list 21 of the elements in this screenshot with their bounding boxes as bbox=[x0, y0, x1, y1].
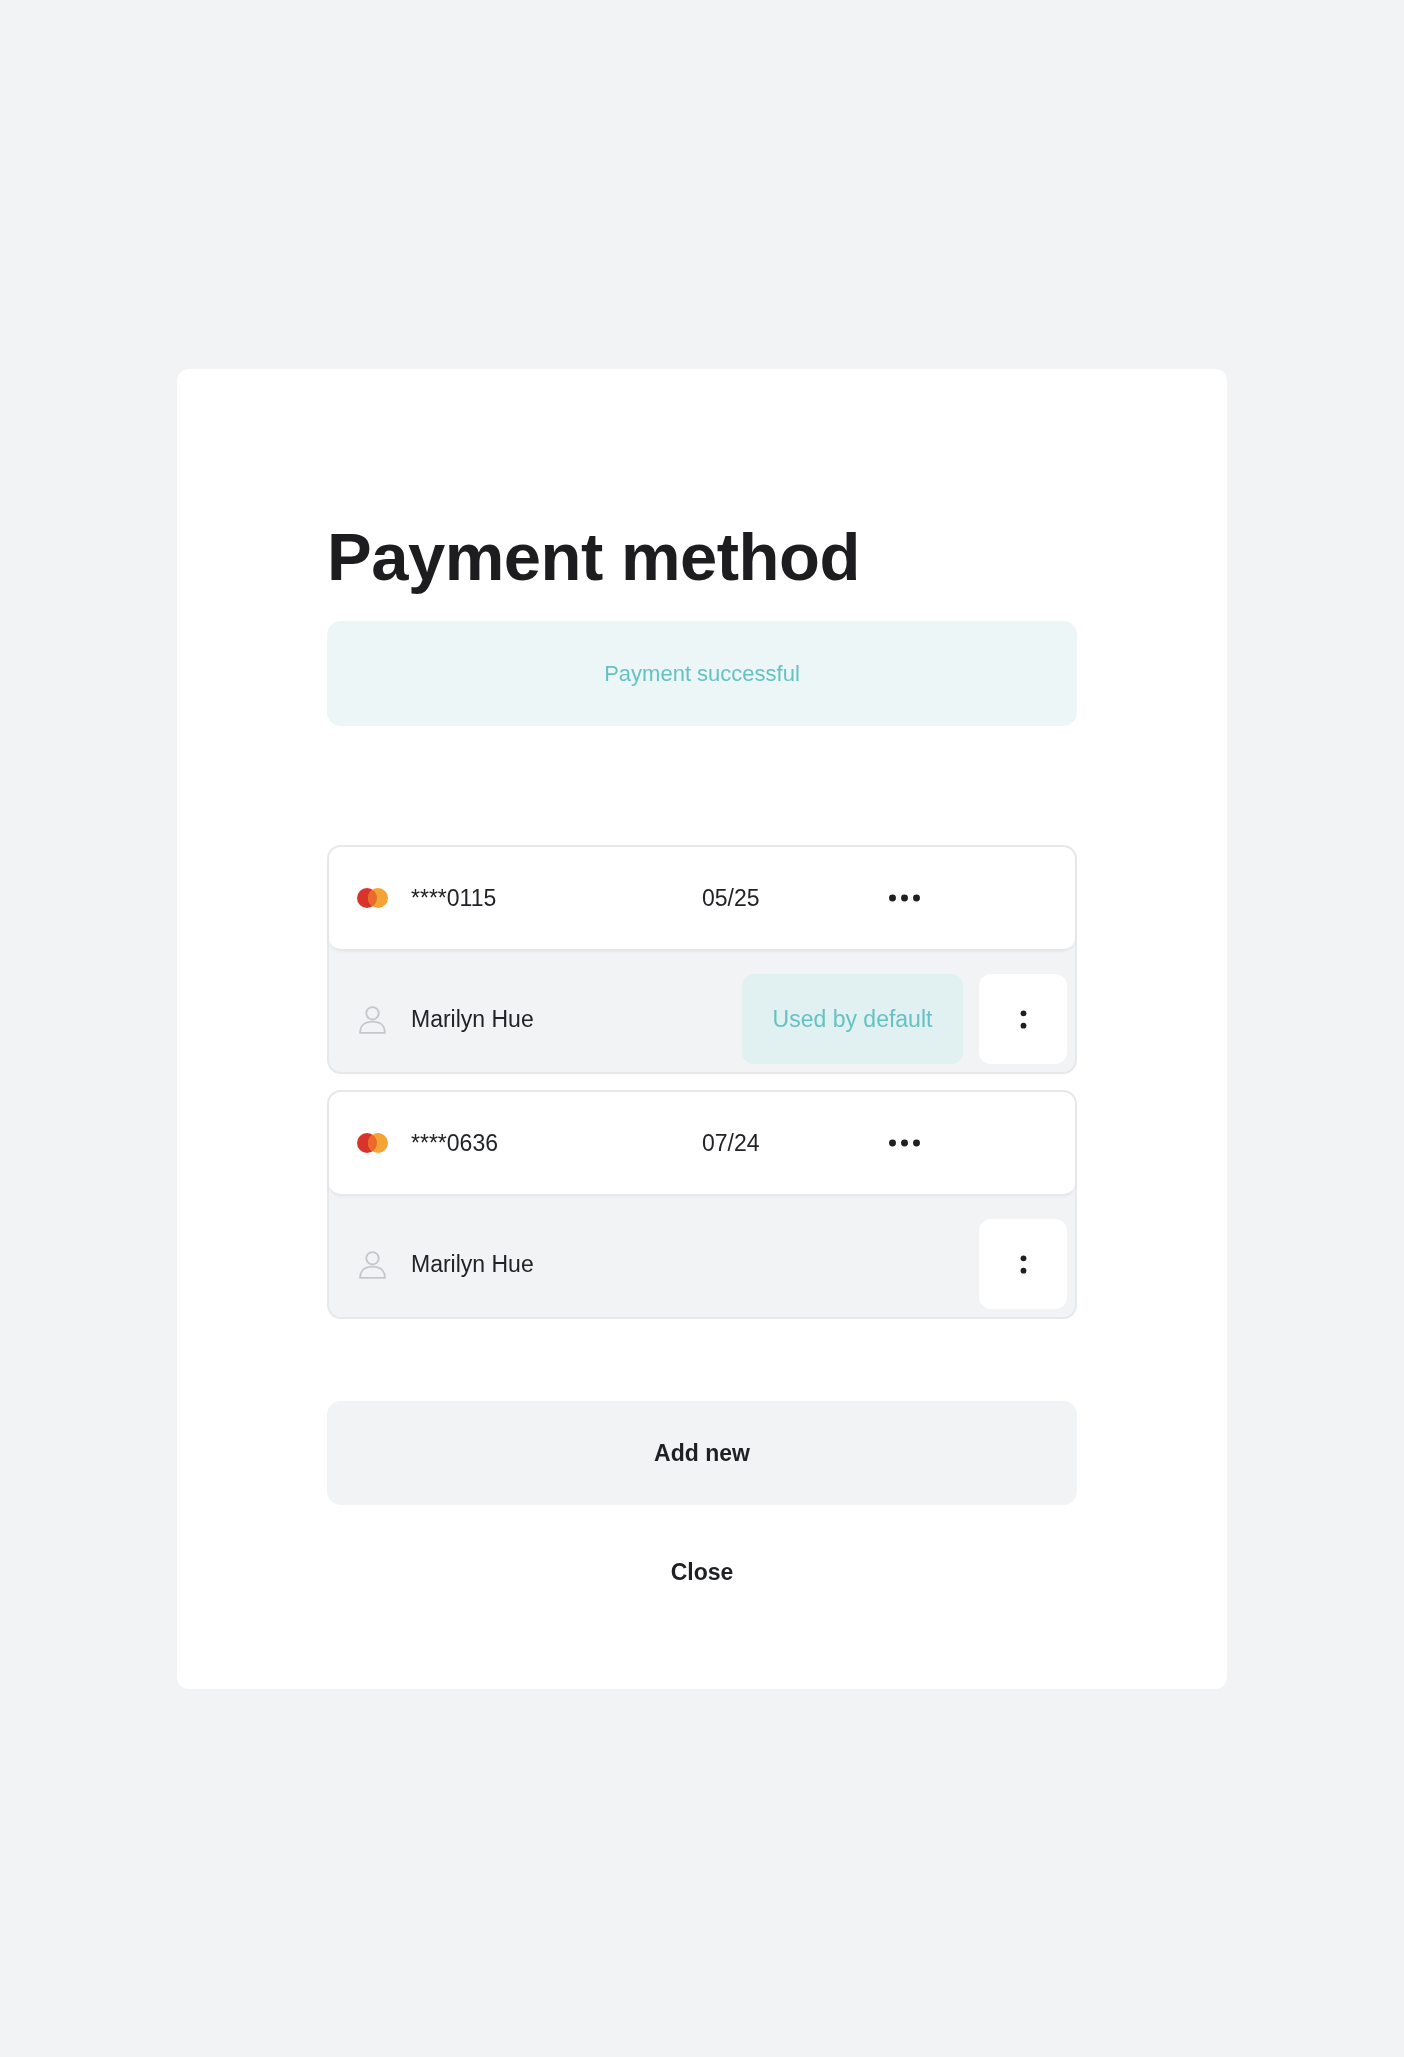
card-logo-icon bbox=[357, 1133, 388, 1153]
horizontal-dots-icon bbox=[888, 894, 921, 902]
cardholder-name: Marilyn Hue bbox=[411, 1005, 535, 1033]
vertical-dots-icon bbox=[1019, 1254, 1027, 1274]
card-expiry: 07/24 bbox=[702, 1129, 761, 1157]
more-button[interactable] bbox=[888, 1139, 921, 1147]
add-new-button[interactable]: Add new bbox=[327, 1401, 1077, 1505]
card-number: ****0115 bbox=[411, 884, 498, 912]
cardholder-name: Marilyn Hue bbox=[411, 1250, 535, 1278]
close-button[interactable]: Close bbox=[646, 1547, 758, 1597]
default-badge: Used by default bbox=[742, 974, 963, 1064]
alert-message: Payment successful bbox=[604, 660, 800, 687]
dialog-title: Payment method bbox=[327, 518, 860, 596]
card-number: ****0636 bbox=[411, 1129, 499, 1157]
horizontal-dots-icon bbox=[888, 1139, 921, 1147]
card-expiry: 05/25 bbox=[702, 884, 761, 912]
card-logo-icon bbox=[357, 888, 388, 908]
person-icon bbox=[357, 1248, 388, 1280]
person-icon bbox=[357, 1003, 388, 1035]
more-button[interactable] bbox=[888, 894, 921, 902]
vertical-dots-icon bbox=[1019, 1009, 1027, 1029]
